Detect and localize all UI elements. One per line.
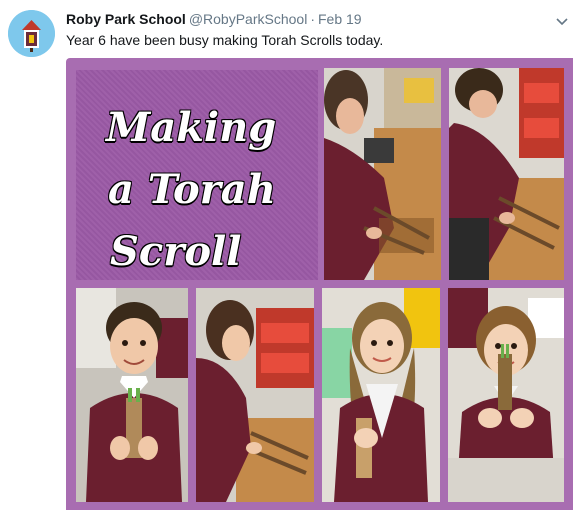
- tweet-media[interactable]: Making a Torah Scroll: [66, 58, 573, 510]
- title-line-1: Making: [106, 104, 277, 151]
- photo-girl-holding-scroll[interactable]: [322, 288, 440, 502]
- title-line-2: a Torah: [108, 166, 276, 213]
- tweet-text: Year 6 have been busy making Torah Scrol…: [66, 32, 384, 48]
- photo-girl-rolling-scroll[interactable]: [196, 288, 314, 502]
- more-options-button[interactable]: [556, 14, 568, 26]
- chevron-down-icon: [556, 18, 568, 26]
- title-panel: Making a Torah Scroll: [76, 70, 318, 280]
- photo-boy-holding-scroll[interactable]: [76, 288, 188, 502]
- title-line-3: Scroll: [110, 228, 242, 275]
- photo-boy-building-scroll[interactable]: [449, 68, 564, 280]
- separator-dot: ·: [310, 11, 315, 27]
- tweet: Roby Park School @RobyParkSchool · Feb 19 Y…: [0, 0, 573, 510]
- author-handle[interactable]: @RobyParkSchool: [189, 11, 308, 27]
- photo-girl-smiling-with-scroll[interactable]: [448, 288, 564, 502]
- timestamp[interactable]: Feb 19: [318, 11, 362, 27]
- photo-boy-rolling-scroll[interactable]: [324, 68, 441, 280]
- school-logo-icon: [8, 10, 55, 57]
- author-name[interactable]: Roby Park School: [66, 11, 186, 27]
- tweet-header: Roby Park School @RobyParkSchool · Feb 19: [66, 10, 362, 28]
- avatar[interactable]: [8, 10, 55, 57]
